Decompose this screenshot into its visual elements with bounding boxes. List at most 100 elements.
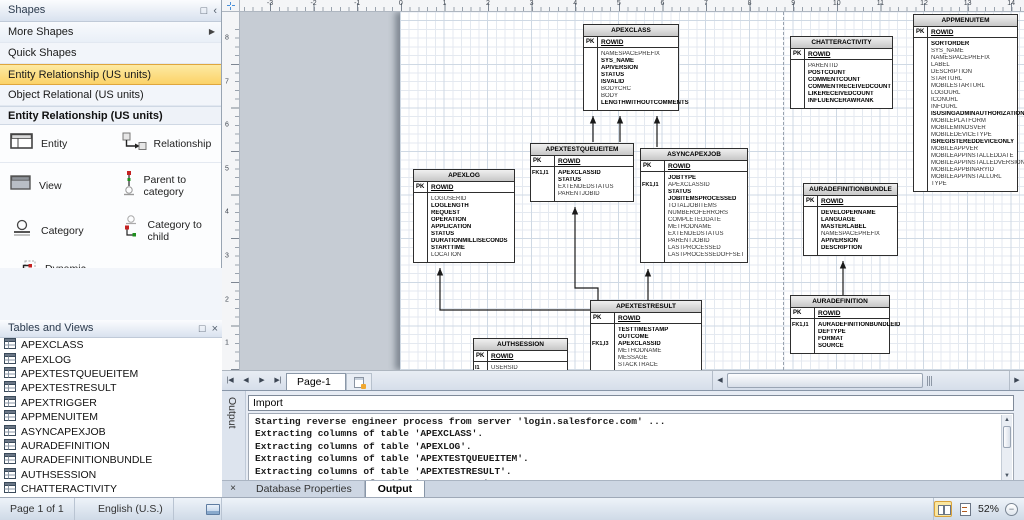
next-page-button[interactable]: ▶: [254, 371, 270, 390]
entity-apexclass[interactable]: APEXCLASSPKROWIDNAMESPACEPREFIXSYS_NAMEA…: [583, 24, 679, 111]
table-icon: [4, 338, 16, 352]
float-panel-icon[interactable]: □: [199, 321, 206, 338]
ruler-label: 4: [225, 209, 229, 216]
entity-attribute: APEXCLASSID: [668, 182, 746, 189]
stencil-shape-relationship[interactable]: Relationship: [111, 125, 222, 163]
entity-attributes: APEXCLASSIDSTATUSEXTENDEDSTATUSPARENTJOB…: [555, 167, 633, 201]
last-page-button[interactable]: ▶|: [270, 371, 286, 390]
collapse-panel-icon[interactable]: ‹: [213, 1, 217, 22]
entity-authsession[interactable]: AUTHSESSIONPKROWIDI1USERSID: [473, 338, 568, 370]
entity-apextestqueueitem[interactable]: APEXTESTQUEUEITEMPKROWIDFK1,I1APEXCLASSI…: [530, 143, 634, 202]
entity-attribute: NAMESPACEPREFIX: [821, 231, 896, 238]
relationship-connector[interactable]: [840, 261, 846, 295]
relationship-connector[interactable]: [617, 116, 623, 142]
insert-page-button[interactable]: [346, 373, 372, 390]
page-tab[interactable]: Page-1: [286, 373, 346, 390]
shape-label: Category to child: [148, 219, 220, 243]
entity-body: FK1,I3TESTTIMESTAMPOUTCOMEAPEXCLASSIDMET…: [591, 324, 701, 370]
entity-body: NAMESPACEPREFIXSYS_NAMEAPIVERSIONSTATUSI…: [584, 48, 678, 110]
relationship-connector[interactable]: [437, 268, 590, 310]
entity-auradefinition[interactable]: AURADEFINITIONPKROWIDFK1,I1AURADEFINITIO…: [790, 295, 890, 354]
pk-key-label: PK: [531, 156, 555, 166]
stencil-tab-active[interactable]: Entity Relationship (US units): [0, 64, 221, 85]
horizontal-scrollbar-thumb[interactable]: [727, 373, 923, 388]
stencil-shape-entity[interactable]: Entity: [0, 125, 111, 163]
tab-output[interactable]: Output: [365, 481, 425, 497]
table-icon: [4, 482, 16, 496]
table-list-item-asyncapexjob[interactable]: ASYNCAPEXJOB: [0, 424, 222, 438]
entity-attribute: BODY: [601, 93, 689, 100]
table-list-item-apexclass[interactable]: APEXCLASS: [0, 338, 222, 352]
output-operation-field[interactable]: Import: [248, 395, 1014, 411]
relationship-connector[interactable]: [654, 116, 660, 147]
close-output-icon[interactable]: ×: [222, 481, 244, 497]
table-list-item-apextestresult[interactable]: APEXTESTRESULT: [0, 381, 222, 395]
scroll-up-button[interactable]: ▲: [1002, 415, 1012, 425]
relationship-connector[interactable]: [590, 116, 596, 142]
zoom-out-button[interactable]: −: [1005, 503, 1018, 516]
entity-apextestresult[interactable]: APEXTESTRESULTPKROWIDFK1,I3TESTTIMESTAMP…: [590, 300, 702, 370]
pk-key-label: PK: [791, 308, 815, 318]
entity-body: LOGUSERIDLOGLENGTHREQUESTOPERATIONAPPLIC…: [414, 193, 514, 262]
close-panel-icon[interactable]: ×: [212, 321, 218, 338]
quick-shapes-button[interactable]: Quick Shapes: [0, 43, 221, 64]
entity-attribute: ISVALID: [601, 79, 689, 86]
relationship-connector[interactable]: [572, 207, 598, 300]
table-item-label: ASYNCAPEXJOB: [21, 426, 106, 438]
table-list-item-auradefinitionbundle[interactable]: AURADEFINITIONBUNDLE: [0, 453, 222, 467]
entity-apexlog[interactable]: APEXLOGPKROWIDLOGUSERIDLOGLENGTHREQUESTO…: [413, 169, 515, 263]
ruler-label: 2: [486, 0, 490, 7]
entity-pk-row: PKROWID: [591, 313, 701, 324]
language-bar-button[interactable]: [196, 498, 222, 520]
entity-attribute: LOGUSERID: [431, 196, 513, 203]
page-indicator[interactable]: Page 1 of 1: [0, 498, 75, 520]
tab-database-properties[interactable]: Database Properties: [244, 481, 365, 497]
stencil-shape-parent-to-category[interactable]: Parent to category: [111, 163, 222, 208]
entity-title: APPMENUITEM: [914, 15, 1017, 27]
entity-attribute: LOCATION: [431, 252, 513, 259]
entity-asyncapexjob[interactable]: ASYNCAPEXJOBPKROWIDFK1,I1JOBTYPEAPEXCLAS…: [640, 148, 748, 263]
ruler-label: 1: [225, 340, 229, 347]
relationship-connector[interactable]: [645, 269, 651, 300]
table-list-item-apextestqueueitem[interactable]: APEXTESTQUEUEITEM: [0, 367, 222, 381]
scroll-right-button[interactable]: ▶: [1009, 371, 1024, 390]
entity-attribute: JOBTYPE: [668, 175, 746, 182]
entity-attributes: LOGUSERIDLOGLENGTHREQUESTOPERATIONAPPLIC…: [428, 193, 514, 262]
table-list-item-chatteractivity[interactable]: CHATTERACTIVITY: [0, 482, 222, 496]
normal-view-button[interactable]: [934, 501, 952, 517]
stencil-tab-inactive[interactable]: Object Relational (US units): [0, 85, 221, 106]
entity-chatteractivity[interactable]: CHATTERACTIVITYPKROWIDPARENTIDPOSTCOUNTC…: [790, 36, 893, 109]
fit-page-button[interactable]: [958, 502, 972, 516]
entity-title: APEXLOG: [414, 170, 514, 182]
entity-attribute: APEXCLASSID: [558, 170, 632, 177]
table-list-item-appmenuitem[interactable]: APPMENUITEM: [0, 410, 222, 424]
table-list-item-apextrigger[interactable]: APEXTRIGGER: [0, 396, 222, 410]
entity-attribute: APEXCLASSID: [618, 341, 700, 348]
entity-auradefinitionbundle[interactable]: AURADEFINITIONBUNDLEPKROWIDDEVELOPERNAME…: [803, 183, 898, 256]
horizontal-scrollbar-track[interactable]: [935, 371, 1009, 390]
table-list-item-apexlog[interactable]: APEXLOG: [0, 352, 222, 366]
stencil-shape-category-to-child[interactable]: Category to child: [111, 208, 222, 253]
table-list-item-authsession[interactable]: AUTHSESSION: [0, 468, 222, 482]
language-indicator[interactable]: English (U.S.): [88, 498, 174, 520]
pk-key-label: PK: [474, 351, 488, 361]
scrollbar-resize-grip[interactable]: [923, 373, 935, 388]
prev-page-button[interactable]: ◀: [238, 371, 254, 390]
output-scrollbar-thumb[interactable]: [1003, 426, 1011, 448]
output-panel-label: Output: [226, 397, 238, 429]
table-icon: [4, 468, 16, 482]
first-page-button[interactable]: |◀: [222, 371, 238, 390]
float-panel-icon[interactable]: □: [201, 1, 208, 22]
table-list-item-auradefinition[interactable]: AURADEFINITION: [0, 439, 222, 453]
entity-attribute: MOBILEAPPVER: [931, 146, 1024, 153]
panel-splitter[interactable]: [0, 268, 222, 320]
entity-appmenuitem[interactable]: APPMENUITEMPKROWIDSORTORDERSYS_NAMENAMES…: [913, 14, 1018, 192]
drawing-area[interactable]: APEXCLASSPKROWIDNAMESPACEPREFIXSYS_NAMEA…: [240, 12, 1024, 370]
entity-attributes: PARENTIDPOSTCOUNTCOMMENTCOUNTCOMMENTRECE…: [805, 60, 892, 108]
stencil-shape-category[interactable]: Category: [0, 208, 111, 253]
scroll-left-button[interactable]: ◀: [712, 371, 727, 390]
more-shapes-button[interactable]: More Shapes ▶: [0, 22, 221, 43]
zoom-level[interactable]: 52%: [978, 503, 999, 515]
log-line: Extracting columns of table 'APEXTESTQUE…: [249, 453, 1013, 465]
stencil-shape-view[interactable]: View: [0, 163, 111, 208]
